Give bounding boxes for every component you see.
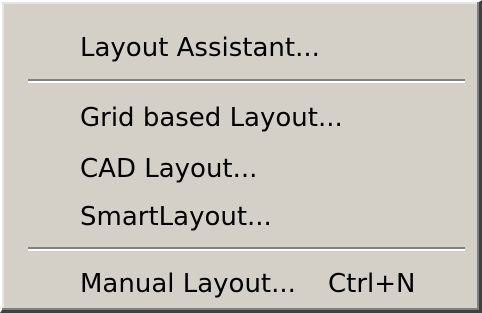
menu-item-label: SmartLayout... (80, 202, 272, 232)
menu-item-layout-assistant[interactable]: Layout Assistant... (8, 26, 471, 70)
menu-separator (28, 247, 465, 251)
layout-context-menu: Layout Assistant... Grid based Layout...… (0, 0, 482, 313)
menu-item-label: CAD Layout... (80, 154, 258, 184)
menu-item-shortcut: Ctrl+N (328, 269, 416, 299)
menu-item-manual-layout[interactable]: Manual Layout... Ctrl+N (8, 262, 471, 306)
menu-item-cad-layout[interactable]: CAD Layout... (8, 147, 471, 191)
menu-item-label: Layout Assistant... (80, 33, 320, 63)
menu-item-grid-based-layout[interactable]: Grid based Layout... (8, 96, 471, 140)
menu-separator (28, 79, 465, 83)
menu-item-label: Grid based Layout... (80, 103, 343, 133)
menu-item-label: Manual Layout... (80, 269, 296, 299)
menu-item-smartlayout[interactable]: SmartLayout... (8, 195, 471, 239)
